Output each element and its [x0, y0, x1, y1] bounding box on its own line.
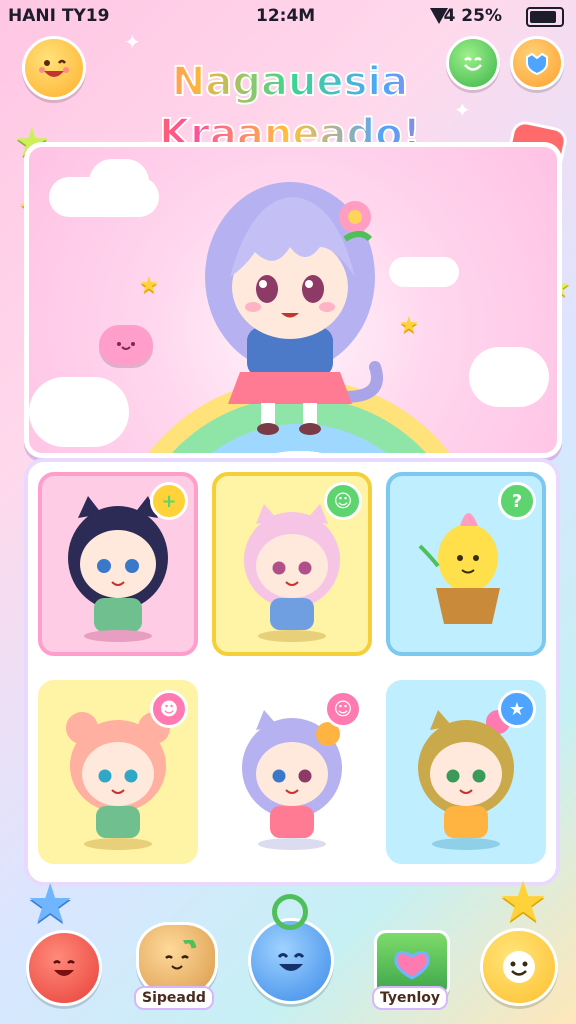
- pink-blob-icon: [99, 325, 153, 365]
- duck-face-icon[interactable]: ☺: [324, 690, 362, 728]
- hero-character: [205, 182, 383, 435]
- plus-icon[interactable]: +: [150, 482, 188, 520]
- blue-heart-icon[interactable]: [510, 36, 564, 90]
- battery-icon: [526, 7, 564, 27]
- blue-smile-icon[interactable]: [248, 918, 334, 1004]
- character-card-1[interactable]: +: [38, 472, 198, 656]
- star-icon: ★: [399, 313, 419, 338]
- character-card-4[interactable]: ☻: [38, 680, 198, 864]
- white-face-icon[interactable]: [480, 928, 558, 1006]
- red-face-icon[interactable]: [26, 930, 102, 1006]
- star-icon[interactable]: ★: [498, 690, 536, 728]
- question-icon[interactable]: ?: [498, 482, 536, 520]
- smiling-face-icon[interactable]: [22, 36, 86, 100]
- cloud-decor: [469, 347, 549, 407]
- title-line-1: Nagauesia: [100, 56, 480, 108]
- cloud-decor: [29, 377, 129, 447]
- carrier-text: HANI TY19: [8, 6, 110, 26]
- character-card-6[interactable]: ★: [386, 680, 546, 864]
- battery-text: 4 25%: [443, 6, 502, 26]
- sparkle-icon: ✦: [454, 98, 471, 122]
- star-icon: ★: [498, 870, 549, 935]
- sparkle-icon: ✦: [124, 30, 141, 54]
- bottom-nav: ★ ★ Sipeadd Tyenloy: [0, 870, 576, 1024]
- laughing-face-icon[interactable]: ☻: [150, 690, 188, 728]
- ring-icon: [272, 894, 308, 930]
- character-card-2[interactable]: ☺: [212, 472, 372, 656]
- clock-text: 12:4M: [256, 6, 316, 26]
- star-icon: ★: [139, 273, 159, 298]
- nav-label-right: Tyenloy: [372, 986, 449, 1010]
- star-icon: ★: [26, 872, 75, 935]
- character-card-3[interactable]: ?: [386, 472, 546, 656]
- green-smile-icon[interactable]: ☺: [324, 482, 362, 520]
- character-grid: + ☺ ? ☻ ☺ ★: [24, 458, 560, 886]
- character-card-5[interactable]: ☺: [212, 680, 372, 864]
- cloud-decor: [89, 159, 149, 205]
- nav-label-left: Sipeadd: [134, 986, 214, 1010]
- hero-banner: ★ ★: [24, 142, 562, 458]
- status-bar: HANI TY19 12:4M 4 25%: [0, 0, 576, 34]
